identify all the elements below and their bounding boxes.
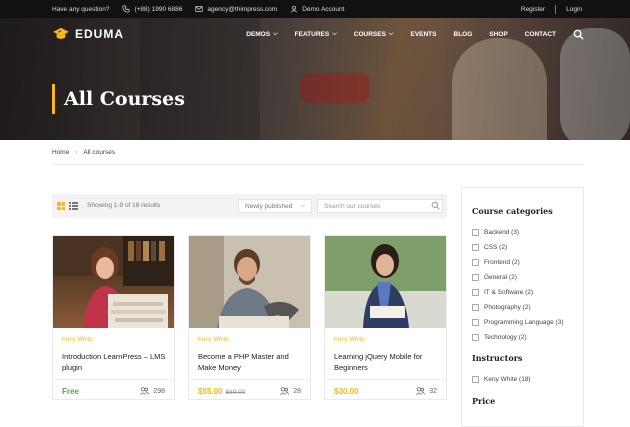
hero-banner: EDUMA DEMOS ⌵ FEATURES ⌵ COURSES ⌵ EVENTS B… [0, 18, 630, 140]
nav-item-courses[interactable]: COURSES ⌵ [354, 31, 394, 38]
menu: DEMOS ⌵ FEATURES ⌵ COURSES ⌵ EVENTS BLOG SH… [229, 29, 584, 40]
course-card[interactable]: Keny White Become a PHP Master and Make … [188, 235, 311, 400]
chevron-down-icon: ⌵ [300, 202, 305, 209]
question-text: Have any question? [52, 5, 110, 13]
divider [52, 164, 584, 165]
main-nav: EDUMA DEMOS ⌵ FEATURES ⌵ COURSES ⌵ EVENTS B… [0, 18, 630, 51]
nav-item-features[interactable]: FEATURES ⌵ [295, 31, 337, 38]
category-filter[interactable]: Programming Language (3) [472, 319, 564, 326]
chevron-down-icon: ⌵ [332, 31, 337, 37]
page-title: All Courses [64, 88, 185, 110]
checkbox[interactable] [472, 304, 479, 311]
checkbox[interactable] [472, 244, 479, 251]
course-price: Free [62, 387, 79, 396]
course-thumbnail[interactable] [189, 236, 310, 328]
graduation-cap-icon [53, 27, 69, 39]
course-thumbnail[interactable] [325, 236, 446, 328]
mail-icon [195, 6, 203, 12]
instructors-heading: Instructors [472, 353, 523, 363]
sort-select[interactable]: Newly published ⌵ [238, 199, 312, 213]
categories-heading: Course categories [472, 206, 553, 216]
chevron-down-icon: ⌵ [388, 31, 394, 37]
checkbox[interactable] [472, 319, 479, 326]
nav-item-demos[interactable]: DEMOS ⌵ [246, 31, 277, 38]
course-price: $55.00 $69.00 [198, 387, 246, 396]
nav-item-blog[interactable]: BLOG [454, 31, 473, 38]
divider [325, 379, 446, 380]
category-filter[interactable]: Frontend (2) [472, 259, 520, 266]
course-search-input[interactable] [317, 199, 443, 213]
page-title-block: All Courses [52, 84, 185, 114]
checkbox[interactable] [472, 274, 479, 281]
breadcrumb-current: All courses [83, 149, 116, 156]
filter-sidebar: Course categories Backend (3) CSS (2) Fr… [461, 187, 584, 427]
grid-view-icon[interactable] [57, 202, 65, 210]
man-writing-image [189, 236, 310, 328]
category-filter[interactable]: IT & Software (2) [472, 289, 533, 296]
instructor-filter[interactable]: Keny White (18) [472, 376, 531, 383]
title-accent-bar [52, 84, 55, 114]
girl-reading-outdoors-image [325, 236, 446, 328]
category-filter[interactable]: CSS (2) [472, 244, 507, 251]
student-count: 32 [416, 387, 437, 395]
category-filter[interactable]: Technology (2) [472, 334, 527, 341]
course-author[interactable]: Keny White [334, 337, 365, 343]
users-icon [140, 387, 150, 395]
course-toolbar: Showing 1-9 of 18 results Newly publishe… [52, 194, 447, 218]
breadcrumb-home[interactable]: Home [52, 149, 69, 156]
list-view-icon[interactable] [69, 202, 78, 210]
checkbox[interactable] [472, 334, 479, 341]
student-count: 298 [140, 387, 165, 395]
phone-icon [122, 5, 131, 13]
course-title[interactable]: Introduction LearnPress – LMS plugin [62, 351, 170, 373]
checkbox[interactable] [472, 229, 479, 236]
phone-link[interactable]: (+88) 1990 6886 [122, 5, 182, 13]
results-count: Showing 1-9 of 18 results [87, 202, 161, 209]
course-title[interactable]: Learning jQuery Mobile for Beginners [334, 351, 442, 373]
nav-item-contact[interactable]: CONTACT [525, 31, 556, 38]
register-link[interactable]: Register [521, 6, 545, 13]
divider [189, 379, 310, 380]
chevron-down-icon: ⌵ [273, 31, 278, 37]
course-card[interactable]: Keny White Learning jQuery Mobile for Be… [324, 235, 447, 400]
divider [53, 379, 174, 380]
category-filter[interactable]: General (2) [472, 274, 517, 281]
course-title[interactable]: Become a PHP Master and Make Money [198, 351, 306, 373]
email-link[interactable]: agency@thimpress.com [195, 5, 277, 13]
logo[interactable]: EDUMA [52, 27, 124, 41]
course-price: $30.00 [334, 387, 359, 396]
search-icon[interactable] [431, 201, 440, 210]
course-author[interactable]: Keny White [62, 337, 93, 343]
checkbox[interactable] [472, 289, 479, 296]
login-link[interactable]: Login [566, 6, 582, 13]
course-old-price: $69.00 [225, 389, 246, 396]
user-icon [291, 5, 298, 13]
breadcrumb: Home › All courses [52, 149, 115, 156]
nav-item-events[interactable]: EVENTS [410, 31, 436, 38]
price-heading: Price [472, 396, 496, 406]
search-icon[interactable] [573, 29, 584, 40]
top-bar: Have any question? (+88) 1990 6886 agenc… [0, 0, 630, 18]
checkbox[interactable] [472, 376, 479, 383]
course-author[interactable]: Keny White [198, 337, 229, 343]
course-thumbnail[interactable] [53, 236, 174, 328]
course-card[interactable]: Keny White Introduction LearnPress – LMS… [52, 235, 175, 400]
nav-item-shop[interactable]: SHOP [489, 31, 507, 38]
student-count: 28 [280, 387, 301, 395]
users-icon [280, 387, 290, 395]
users-icon [416, 387, 426, 395]
category-filter[interactable]: Photography (2) [472, 304, 531, 311]
breadcrumb-separator-icon: › [75, 149, 78, 156]
student-reading-image [53, 236, 174, 328]
category-filter[interactable]: Backend (3) [472, 229, 519, 236]
divider [555, 4, 557, 14]
checkbox[interactable] [472, 259, 479, 266]
demo-account-link[interactable]: Demo Account [290, 5, 344, 13]
